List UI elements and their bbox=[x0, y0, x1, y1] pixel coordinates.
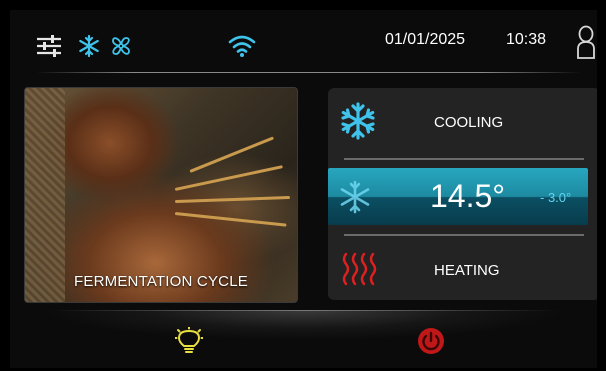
mode-divider bbox=[344, 158, 584, 160]
status-bar-divider bbox=[36, 72, 581, 73]
wheat-stalk bbox=[174, 212, 287, 227]
cooling-label: COOLING bbox=[434, 114, 504, 131]
light-bulb-icon[interactable] bbox=[175, 327, 203, 357]
fan-icon bbox=[112, 37, 130, 55]
snowflake-icon bbox=[341, 102, 375, 140]
date-display: 01/01/2025 bbox=[385, 31, 466, 48]
power-icon[interactable] bbox=[416, 326, 446, 356]
heating-label: HEATING bbox=[434, 262, 500, 279]
bottom-bar bbox=[10, 310, 597, 368]
mode-divider bbox=[344, 234, 584, 236]
cycle-title: FERMENTATION CYCLE bbox=[74, 273, 248, 290]
temperature-setpoint-bar[interactable]: 14.5° - 3.0° bbox=[328, 168, 588, 225]
control-screen: 01/01/2025 10:38 FERMENTATION CYCLE COOL… bbox=[10, 10, 597, 368]
heating-row[interactable]: HEATING bbox=[328, 238, 597, 300]
status-bar: 01/01/2025 10:38 bbox=[10, 10, 597, 72]
snowflake-icon bbox=[79, 35, 99, 57]
wifi-icon bbox=[228, 35, 256, 57]
heating-icon bbox=[342, 252, 377, 286]
cooling-row[interactable]: COOLING bbox=[328, 88, 597, 154]
snowflake-icon bbox=[340, 180, 370, 214]
temperature-value: 14.5° bbox=[430, 178, 506, 214]
wheat-stalk bbox=[174, 195, 290, 203]
time-display: 10:38 bbox=[506, 31, 547, 48]
bottom-bar-divider bbox=[50, 310, 557, 311]
user-icon[interactable] bbox=[576, 25, 596, 59]
settings-sliders-icon[interactable] bbox=[36, 35, 62, 57]
mode-panel: COOLING 14.5° - 3.0° HEATING bbox=[328, 88, 597, 300]
fermentation-cycle-card[interactable]: FERMENTATION CYCLE bbox=[24, 87, 298, 303]
temperature-differential: - 3.0° bbox=[540, 190, 572, 205]
burlap-texture bbox=[25, 88, 65, 302]
wheat-stalk bbox=[189, 136, 275, 173]
